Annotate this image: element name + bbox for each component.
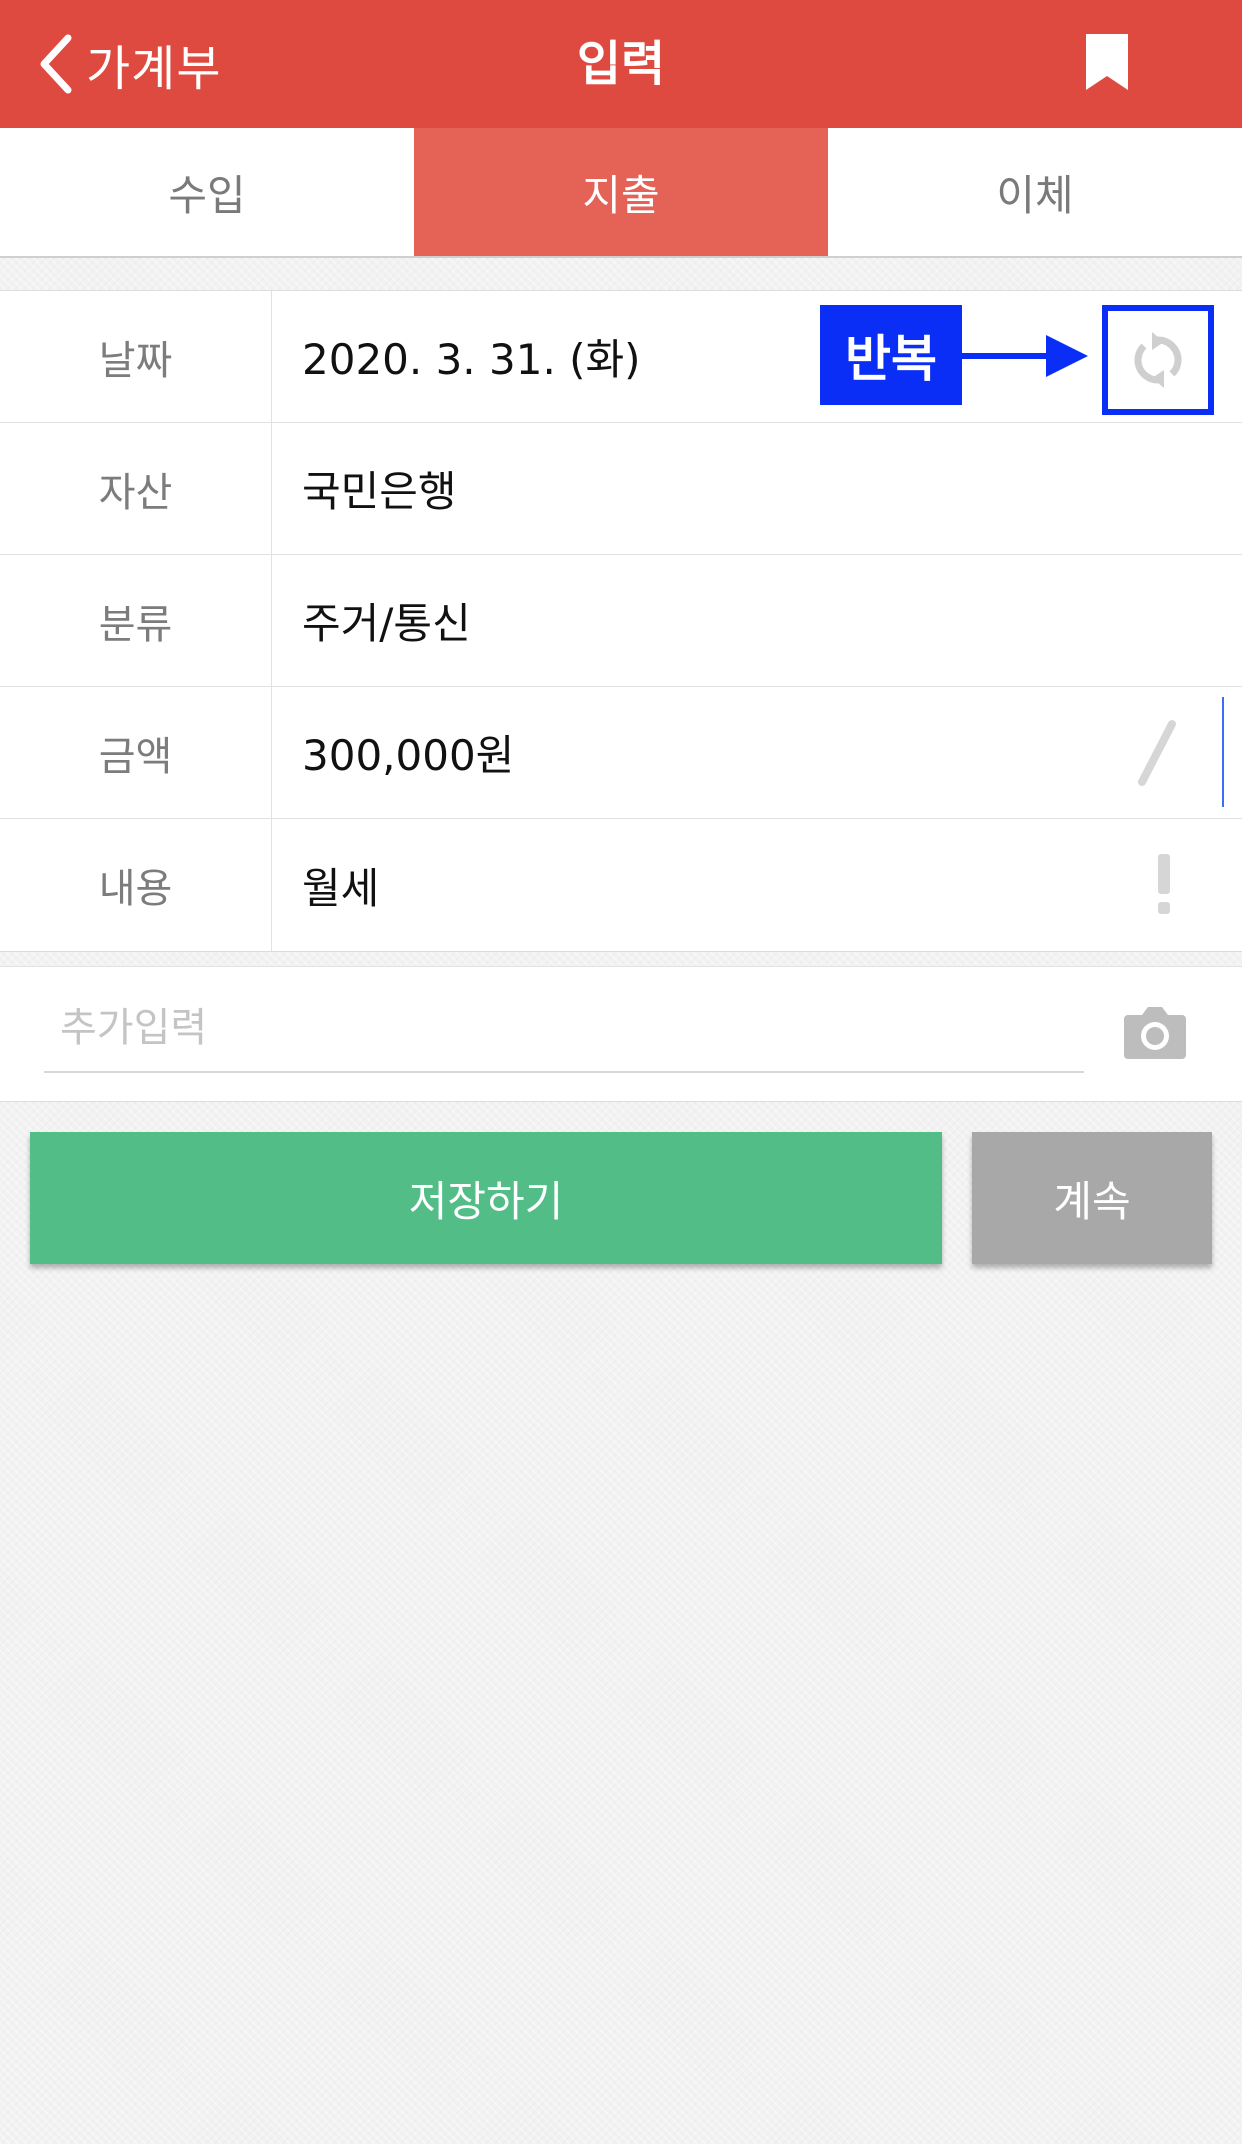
repeat-icon [1134, 332, 1182, 388]
date-row: 날짜 2020. 3. 31. (화) 반복 [0, 291, 1242, 423]
transaction-type-tabs: 수입 지출 이체 [0, 128, 1242, 258]
memo-value[interactable]: 월세 [272, 819, 1242, 951]
memo-row: 내용 월세 [0, 819, 1242, 951]
slash-icon [1138, 720, 1176, 786]
repeat-annotation-label: 반복 [820, 305, 962, 405]
text-cursor [1222, 697, 1224, 807]
top-navigation-bar: 가계부 입력 [0, 0, 1242, 128]
category-row: 분류 주거/통신 [0, 555, 1242, 687]
amount-row: 금액 300,000원 [0, 687, 1242, 819]
bookmark-button[interactable] [1084, 34, 1130, 90]
memo-suggest-button[interactable] [1146, 853, 1182, 917]
date-value[interactable]: 2020. 3. 31. (화) [272, 291, 1242, 422]
exclamation-icon [1158, 854, 1170, 914]
category-value[interactable]: 주거/통신 [272, 555, 1242, 686]
repeat-button[interactable] [1102, 305, 1214, 415]
extra-input-field[interactable] [44, 985, 1084, 1073]
tab-expense[interactable]: 지출 [414, 128, 828, 256]
memo-label: 내용 [0, 819, 272, 951]
category-label: 분류 [0, 555, 272, 686]
extra-input-section [0, 966, 1242, 1102]
asset-row: 자산 국민은행 [0, 423, 1242, 555]
annotation-arrow [962, 335, 1088, 377]
tab-income[interactable]: 수입 [0, 128, 414, 256]
amount-label: 금액 [0, 687, 272, 818]
chevron-left-icon [40, 34, 72, 94]
camera-button[interactable] [1124, 1003, 1186, 1059]
asset-label: 자산 [0, 423, 272, 554]
camera-icon [1124, 1007, 1186, 1059]
save-button[interactable]: 저장하기 [30, 1132, 942, 1264]
bookmark-icon [1086, 34, 1128, 90]
continue-button[interactable]: 계속 [972, 1132, 1212, 1264]
entry-form: 날짜 2020. 3. 31. (화) 반복 자산 국민은행 분류 주거/통신 … [0, 290, 1242, 952]
date-label: 날짜 [0, 291, 272, 422]
back-label: 가계부 [86, 41, 222, 97]
asset-value[interactable]: 국민은행 [272, 423, 1242, 554]
back-button[interactable]: 가계부 [36, 28, 221, 100]
tab-transfer[interactable]: 이체 [828, 128, 1242, 256]
calculator-button[interactable] [1092, 697, 1222, 809]
